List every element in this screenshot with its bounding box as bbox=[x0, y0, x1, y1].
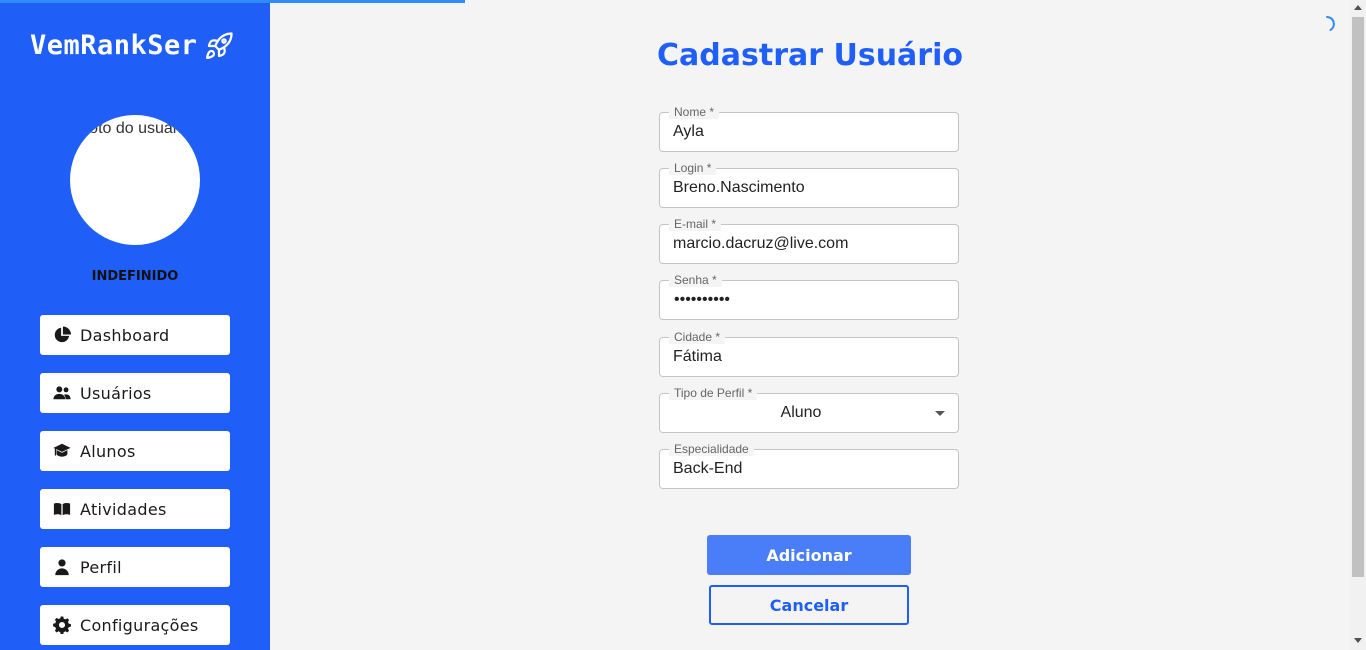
brand-logo[interactable]: VemRankSer bbox=[30, 30, 234, 61]
sidebar-item-alunos[interactable]: Alunos bbox=[40, 431, 230, 471]
tipo-perfil-value: Aluno bbox=[780, 404, 822, 421]
especialidade-field[interactable]: Especialidade bbox=[659, 442, 959, 489]
page-loading-bar bbox=[0, 0, 465, 3]
vertical-scrollbar[interactable] bbox=[1350, 0, 1366, 650]
avatar: Foto do usuário bbox=[70, 115, 200, 245]
sidebar-item-label: Dashboard bbox=[80, 325, 170, 345]
sidebar-item-perfil[interactable]: Perfil bbox=[40, 547, 230, 587]
cancel-button[interactable]: Cancelar bbox=[709, 585, 909, 625]
cidade-field[interactable]: Cidade * bbox=[659, 330, 959, 377]
user-name: INDEFINIDO bbox=[91, 269, 179, 284]
scroll-up-arrow-icon[interactable] bbox=[1354, 5, 1362, 10]
sidebar-item-label: Atividades bbox=[80, 499, 167, 519]
tipo-perfil-select[interactable]: Tipo de Perfil * Aluno bbox=[659, 386, 959, 433]
person-icon bbox=[55, 559, 69, 576]
login-input[interactable] bbox=[673, 169, 943, 207]
main-content: Cadastrar Usuário Nome * Login * E-mail … bbox=[270, 0, 1350, 650]
sidebar-item-label: Usuários bbox=[80, 383, 152, 403]
especialidade-input[interactable] bbox=[673, 450, 943, 488]
pie-chart-icon bbox=[54, 326, 71, 343]
sidebar-item-label: Alunos bbox=[80, 441, 136, 461]
add-button[interactable]: Adicionar bbox=[707, 535, 911, 575]
sidebar: VemRankSer Foto do usuário INDEFINIDO Da… bbox=[0, 0, 270, 650]
sidebar-item-label: Perfil bbox=[80, 557, 122, 577]
email-input[interactable] bbox=[673, 225, 943, 263]
sidebar-item-atividades[interactable]: Atividades bbox=[40, 489, 230, 529]
sidebar-item-usuarios[interactable]: Usuários bbox=[40, 373, 230, 413]
loading-spinner-icon bbox=[1326, 16, 1335, 31]
scroll-down-arrow-icon[interactable] bbox=[1354, 638, 1362, 643]
senha-masked-value[interactable]: •••••••••• bbox=[674, 281, 730, 319]
gear-icon bbox=[53, 616, 71, 634]
sidebar-item-label: Configurações bbox=[80, 615, 199, 635]
chevron-down-icon[interactable] bbox=[935, 411, 945, 416]
email-field[interactable]: E-mail * bbox=[659, 217, 959, 264]
avatar-alt-text: Foto do usuário bbox=[79, 120, 191, 137]
nome-input[interactable] bbox=[673, 113, 943, 151]
sidebar-item-configuracoes[interactable]: Configurações bbox=[40, 605, 230, 645]
scroll-thumb[interactable] bbox=[1352, 17, 1364, 577]
senha-field[interactable]: Senha * •••••••••• bbox=[659, 273, 959, 320]
cidade-input[interactable] bbox=[673, 338, 943, 376]
users-icon bbox=[53, 386, 71, 400]
book-icon bbox=[53, 502, 71, 516]
graduation-cap-icon bbox=[53, 443, 71, 457]
login-field[interactable]: Login * bbox=[659, 161, 959, 208]
nome-field[interactable]: Nome * bbox=[659, 105, 959, 152]
sidebar-item-dashboard[interactable]: Dashboard bbox=[40, 315, 230, 355]
rocket-icon bbox=[205, 31, 233, 59]
page-title: Cadastrar Usuário bbox=[657, 38, 963, 73]
app-name: VemRankSer bbox=[30, 30, 198, 61]
